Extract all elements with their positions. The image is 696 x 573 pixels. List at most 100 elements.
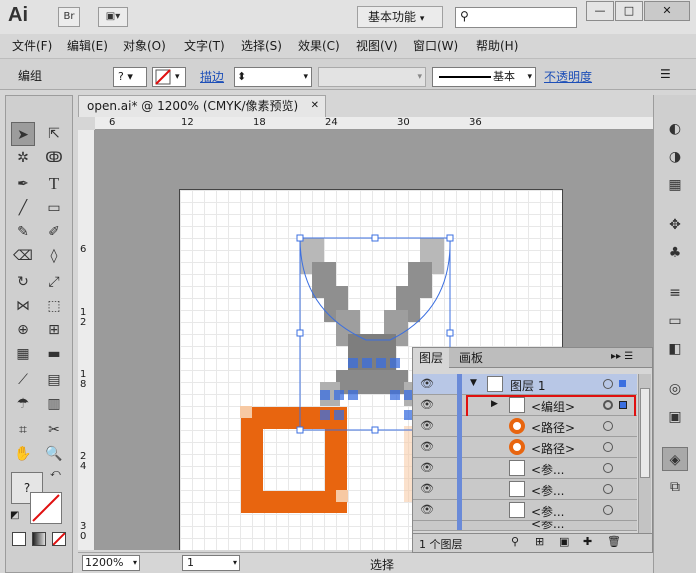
layers-panel-icon[interactable]: ◈: [662, 447, 688, 471]
visibility-eye-icon[interactable]: 👁: [417, 374, 437, 394]
layer-row[interactable]: 👁 <路径>: [413, 437, 637, 458]
color-mode-icon[interactable]: [12, 532, 26, 546]
layer-row[interactable]: 👁 <路径>: [413, 416, 637, 437]
target-circle-icon[interactable]: [603, 484, 613, 494]
visibility-eye-icon[interactable]: 👁: [417, 395, 437, 415]
layer-row[interactable]: <参...: [413, 521, 637, 531]
tab-layers[interactable]: 图层: [413, 348, 449, 368]
visibility-eye-icon[interactable]: 👁: [417, 479, 437, 499]
visibility-eye-icon[interactable]: 👁: [417, 458, 437, 478]
graphic-styles-panel-icon[interactable]: ▣: [662, 405, 688, 429]
symbols-panel-icon[interactable]: ♣: [662, 241, 688, 265]
maximize-button[interactable]: □: [615, 1, 643, 21]
document-tab[interactable]: open.ai* @ 1200% (CMYK/像素预览) ✕: [78, 95, 326, 117]
variable-width-profile-dropdown[interactable]: ▾: [318, 67, 426, 87]
stroke-weight-input[interactable]: ⬍ ▾: [234, 67, 312, 87]
target-circle-icon[interactable]: [603, 463, 613, 473]
free-transform-tool-icon[interactable]: ⬚: [42, 294, 66, 318]
brushes-panel-icon[interactable]: ✥: [662, 213, 688, 237]
menu-object[interactable]: 对象(O): [123, 37, 166, 54]
magic-wand-tool-icon[interactable]: ✲: [11, 146, 35, 170]
rotate-tool-icon[interactable]: ↻: [11, 270, 35, 294]
direct-selection-tool-icon[interactable]: ⇱: [42, 122, 66, 146]
layer-row[interactable]: 👁 <参...: [413, 479, 637, 500]
target-circle-icon[interactable]: [603, 421, 613, 431]
clipping-mask-icon[interactable]: ⊞: [535, 535, 544, 548]
layer-row[interactable]: 👁 ▼ 图层 1: [413, 374, 637, 395]
column-graph-tool-icon[interactable]: ▥: [42, 392, 66, 416]
hand-tool-icon[interactable]: ✋: [11, 442, 35, 466]
artboard-tool-icon[interactable]: ⌗: [11, 418, 35, 442]
perspective-grid-tool-icon[interactable]: ⊞: [42, 318, 66, 342]
color-guide-icon[interactable]: ◑: [662, 145, 688, 169]
rectangle-tool-icon[interactable]: ▭: [42, 196, 66, 220]
new-layer-icon[interactable]: ✚: [583, 535, 592, 548]
pen-tool-icon[interactable]: ✒: [11, 172, 35, 196]
menu-view[interactable]: 视图(V): [356, 37, 398, 54]
tab-artboards[interactable]: 画板: [453, 348, 489, 368]
stroke-label-link[interactable]: 描边: [200, 68, 224, 85]
target-circle-icon[interactable]: [603, 442, 613, 452]
minimize-button[interactable]: —: [586, 1, 614, 21]
artboard-number-dropdown[interactable]: 1 ▾: [182, 555, 240, 571]
menu-effect[interactable]: 效果(C): [298, 37, 340, 54]
menu-edit[interactable]: 编辑(E): [67, 37, 108, 54]
menu-type[interactable]: 文字(T): [184, 37, 225, 54]
stroke-color-dropdown[interactable]: ▾: [152, 67, 186, 87]
gradient-mode-icon[interactable]: [32, 532, 46, 546]
none-mode-icon[interactable]: [52, 532, 66, 546]
layers-scrollbar[interactable]: [638, 374, 651, 534]
selection-tool-icon[interactable]: ➤: [11, 122, 35, 146]
eyedropper-tool-icon[interactable]: ⟋: [11, 368, 35, 392]
expand-triangle-icon[interactable]: ▼: [470, 378, 477, 388]
brush-definition-dropdown[interactable]: 基本 ▾: [432, 67, 536, 87]
pencil-tool-icon[interactable]: ✐: [42, 220, 66, 244]
swap-fill-stroke-icon[interactable]: ⤺: [50, 468, 61, 479]
mesh-tool-icon[interactable]: ▦: [11, 342, 35, 366]
zoom-level-dropdown[interactable]: 1200% ▾: [82, 555, 140, 571]
zoom-tool-icon[interactable]: 🔍: [42, 442, 66, 466]
width-tool-icon[interactable]: ⋈: [11, 294, 35, 318]
visibility-eye-icon[interactable]: 👁: [417, 416, 437, 436]
gradient-tool-icon[interactable]: ▬: [42, 342, 66, 366]
blend-tool-icon[interactable]: ▤: [42, 368, 66, 392]
close-button[interactable]: ✕: [644, 1, 690, 21]
menu-help[interactable]: 帮助(H): [476, 37, 518, 54]
visibility-eye-icon[interactable]: 👁: [417, 500, 437, 520]
blob-brush-tool-icon[interactable]: ⌫: [11, 244, 35, 268]
target-circle-icon[interactable]: [603, 379, 613, 389]
close-tab-icon[interactable]: ✕: [311, 96, 319, 116]
delete-layer-icon[interactable]: 🗑: [607, 535, 621, 548]
control-panel-menu-icon[interactable]: ☰: [660, 67, 671, 81]
scrollbar-thumb[interactable]: [640, 388, 650, 478]
locate-object-icon[interactable]: ⚲: [511, 535, 519, 548]
appearance-panel-icon[interactable]: ◎: [662, 377, 688, 401]
paintbrush-tool-icon[interactable]: ✎: [11, 220, 35, 244]
line-tool-icon[interactable]: ╱: [11, 196, 35, 220]
panel-menu-icon[interactable]: ▸▸ ☰: [611, 351, 633, 362]
transparency-panel-icon[interactable]: ◧: [662, 337, 688, 361]
default-colors-icon[interactable]: ◩: [10, 510, 19, 521]
type-tool-icon[interactable]: T: [42, 172, 66, 196]
symbol-sprayer-tool-icon[interactable]: ☂: [11, 392, 35, 416]
menu-file[interactable]: 文件(F): [12, 37, 52, 54]
layer-row[interactable]: 👁 <参...: [413, 458, 637, 479]
bridge-button[interactable]: Br: [58, 7, 80, 27]
help-search-input[interactable]: ⚲: [455, 7, 577, 28]
arrange-documents-button[interactable]: ▣▾: [98, 7, 128, 27]
stroke-panel-icon[interactable]: ≡: [662, 281, 688, 305]
scale-tool-icon[interactable]: ⤢: [42, 270, 66, 294]
artboards-panel-icon[interactable]: ⧉: [662, 475, 688, 499]
opacity-link[interactable]: 不透明度: [544, 68, 592, 85]
layer-row[interactable]: 👁 <参...: [413, 500, 637, 521]
stroke-swatch[interactable]: [30, 492, 62, 524]
new-sublayer-icon[interactable]: ▣: [559, 535, 569, 548]
gradient-panel-icon[interactable]: ▭: [662, 309, 688, 333]
workspace-switcher[interactable]: 基本功能 ▾: [357, 6, 443, 28]
menu-window[interactable]: 窗口(W): [413, 37, 458, 54]
shape-builder-tool-icon[interactable]: ⊕: [11, 318, 35, 342]
slice-tool-icon[interactable]: ✂: [42, 418, 66, 442]
eraser-tool-icon[interactable]: ◊: [42, 244, 66, 268]
target-circle-icon[interactable]: [603, 505, 613, 515]
color-panel-icon[interactable]: ◐: [662, 117, 688, 141]
